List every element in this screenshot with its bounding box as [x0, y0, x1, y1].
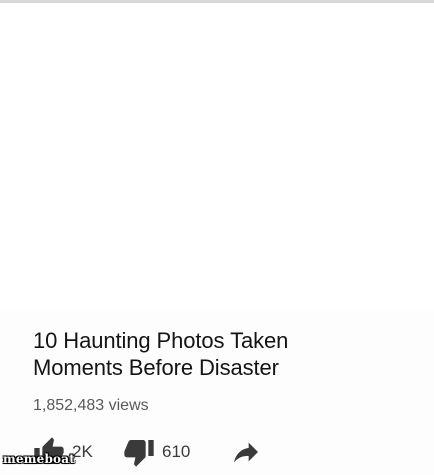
- video-title-line-2: Moments Before Disaster: [33, 355, 279, 380]
- like-count: 2K: [72, 442, 93, 461]
- video-title: 10 Haunting Photos Taken Moments Before …: [33, 327, 413, 381]
- watermark-memeboat: memeboat: [3, 452, 75, 466]
- video-screen: 10 Haunting Photos Taken Moments Before …: [0, 0, 434, 475]
- action-bar: 2K 610: [33, 434, 423, 470]
- video-player-blank[interactable]: [0, 0, 434, 310]
- video-title-line-1: 10 Haunting Photos Taken: [33, 328, 289, 353]
- share-button[interactable]: [230, 434, 262, 470]
- dislike-count: 610: [162, 442, 191, 461]
- dislike-button[interactable]: 610: [123, 434, 190, 470]
- top-divider: [0, 0, 434, 3]
- thumbs-down-icon: [123, 436, 155, 468]
- share-arrow-icon: [230, 436, 262, 468]
- view-count: 1,852,483 views: [33, 397, 149, 414]
